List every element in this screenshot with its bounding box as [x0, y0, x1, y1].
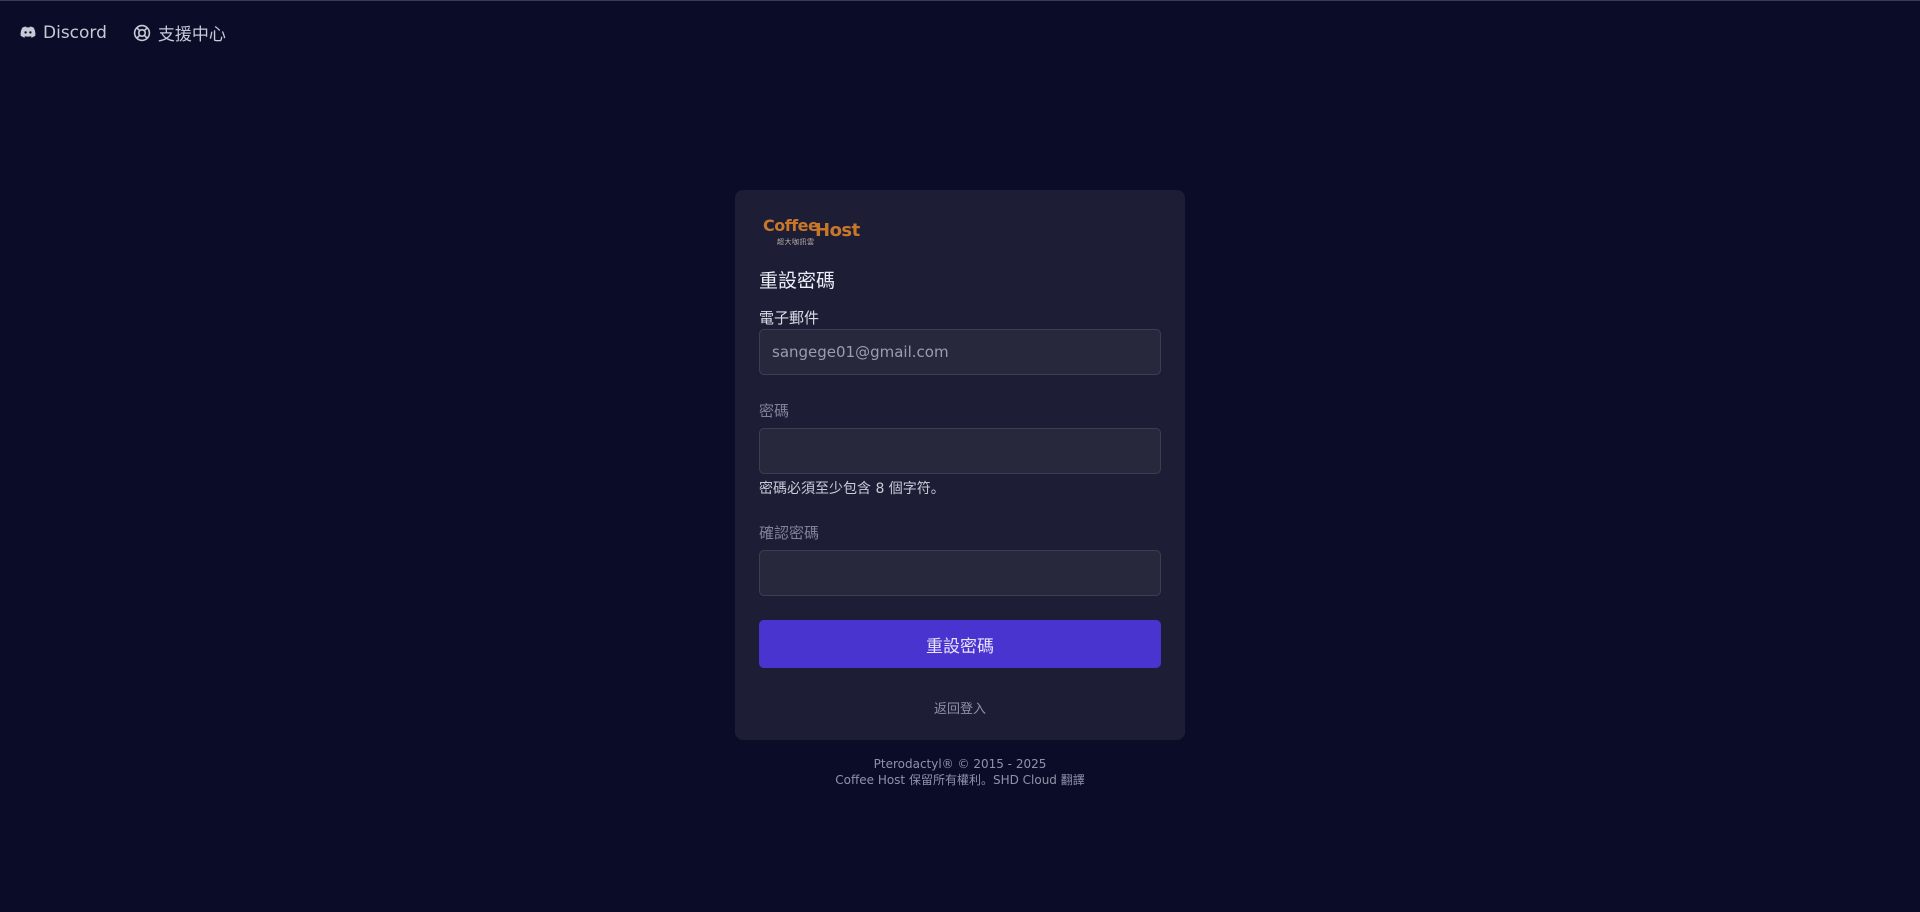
discord-label: Discord [43, 22, 107, 43]
password-label: 密碼 [759, 402, 790, 420]
footer-credits: Coffee Host 保留所有權利。SHD Cloud 翻譯 [835, 773, 1085, 787]
top-divider [0, 0, 1920, 1]
top-nav: Discord 支援中心 [20, 20, 226, 45]
discord-link[interactable]: Discord [20, 23, 107, 43]
support-center-label: 支援中心 [157, 25, 226, 45]
support-center-link[interactable]: 支援中心 [133, 20, 226, 45]
back-to-login-link[interactable]: 返回登入 [735, 698, 1185, 717]
logo-subtitle: 超大咖訊雲 [777, 238, 815, 246]
reset-password-card: Coffee Host 超大咖訊雲 重設密碼 電子郵件 sangege01@gm… [735, 190, 1185, 740]
page-title: 重設密碼 [759, 270, 836, 292]
password-field[interactable] [759, 428, 1161, 474]
lifebuoy-icon [133, 24, 151, 42]
footer-copyright: Pterodactyl® © 2015 - 2025 [873, 757, 1047, 771]
password-hint: 密碼必須至少包含 8 個字符。 [759, 481, 945, 497]
logo-word-host: Host [815, 220, 860, 241]
coffee-host-logo: Coffee Host 超大咖訊雲 [763, 216, 863, 248]
confirm-password-field[interactable] [759, 550, 1161, 596]
back-to-login-label: 返回登入 [933, 702, 986, 717]
reset-password-button[interactable]: 重設密碼 [759, 620, 1161, 668]
discord-icon [20, 26, 36, 39]
footer: Pterodactyl® © 2015 - 2025 Coffee Host 保… [735, 756, 1185, 788]
reset-password-button-label: 重設密碼 [926, 636, 994, 657]
logo-word-coffee: Coffee [763, 216, 819, 235]
confirm-password-label: 確認密碼 [759, 524, 820, 542]
email-label: 電子郵件 [759, 309, 820, 327]
email-field-value: sangege01@gmail.com [772, 343, 949, 361]
email-field[interactable]: sangege01@gmail.com [759, 329, 1161, 375]
